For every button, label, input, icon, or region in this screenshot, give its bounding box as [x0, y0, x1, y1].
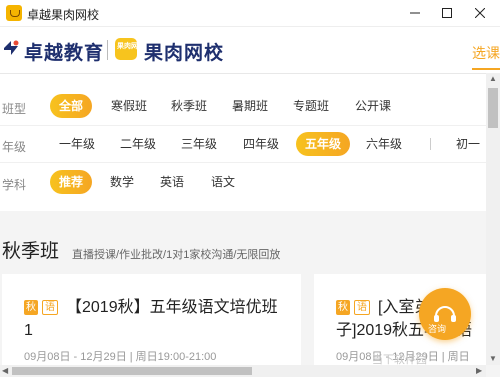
nav-item-select-course[interactable]: 选课 [472, 43, 500, 63]
filter-type-winter[interactable]: 寒假班 [104, 94, 154, 118]
section-title: 秋季班 [2, 241, 60, 262]
brand-name: 卓越教育 [24, 43, 105, 64]
minimize-button[interactable] [400, 0, 430, 26]
filter-subject-recommend[interactable]: 推荐 [50, 170, 92, 194]
course-title[interactable]: 【2019秋】五年级语文培优班1 [24, 296, 286, 342]
filter-type-public[interactable]: 公开课 [348, 94, 398, 118]
school-name: 果肉网校 [144, 43, 225, 64]
nav-active-indicator [472, 68, 500, 70]
scroll-left-icon[interactable]: ◀ [2, 366, 8, 375]
guorou-logo-icon: 果肉网校 [115, 38, 145, 60]
filter-grade-4[interactable]: 四年级 [238, 132, 284, 156]
filter-type-special[interactable]: 专题班 [286, 94, 336, 118]
vertical-scroll-thumb[interactable] [488, 88, 498, 128]
filter-grade-3[interactable]: 三年级 [176, 132, 222, 156]
horizontal-scroll-thumb[interactable] [12, 367, 252, 375]
maximize-icon [442, 8, 452, 18]
section-subtitle: 直播授课/作业批改/1对1家校沟通/无限回放 [72, 249, 281, 261]
grade-divider [430, 138, 431, 150]
filter-grade-5[interactable]: 五年级 [296, 132, 350, 156]
filter-grade-6[interactable]: 六年级 [361, 132, 407, 156]
filter-subject-chinese[interactable]: 语文 [205, 170, 241, 194]
filter-type-autumn[interactable]: 秋季班 [164, 94, 214, 118]
filter-subject-english[interactable]: 英语 [154, 170, 190, 194]
filter-grade-junior-1[interactable]: 初一 [450, 132, 486, 156]
scroll-right-icon[interactable]: ▶ [476, 366, 482, 375]
consult-label[interactable]: 咨询 [428, 322, 446, 335]
filter-divider [0, 162, 500, 163]
scroll-up-icon[interactable]: ▲ [489, 74, 497, 83]
window-title: 卓越果肉网校 [27, 8, 100, 22]
filter-grade-2[interactable]: 二年级 [115, 132, 161, 156]
maximize-button[interactable] [432, 0, 462, 26]
logo-divider [107, 40, 108, 60]
filter-type-summer[interactable]: 暑期班 [225, 94, 275, 118]
filter-label-subject: 学科 [2, 178, 27, 192]
filter-divider [0, 125, 500, 126]
close-button[interactable] [465, 0, 495, 26]
filter-grade-1[interactable]: 一年级 [54, 132, 100, 156]
scroll-down-icon[interactable]: ▼ [489, 354, 497, 363]
filter-label-grade: 年级 [2, 140, 27, 154]
filter-type-all[interactable]: 全部 [50, 94, 92, 118]
filter-subject-math[interactable]: 数学 [104, 170, 140, 194]
minimize-icon [410, 12, 420, 14]
zhuoyue-logo-icon [4, 40, 19, 55]
filter-label-type: 班型 [2, 102, 27, 116]
app-icon [6, 5, 22, 21]
course-schedule: 09月08日 - 12月29日 | 周日19:00-21:00 [24, 351, 217, 363]
close-icon [475, 8, 485, 18]
